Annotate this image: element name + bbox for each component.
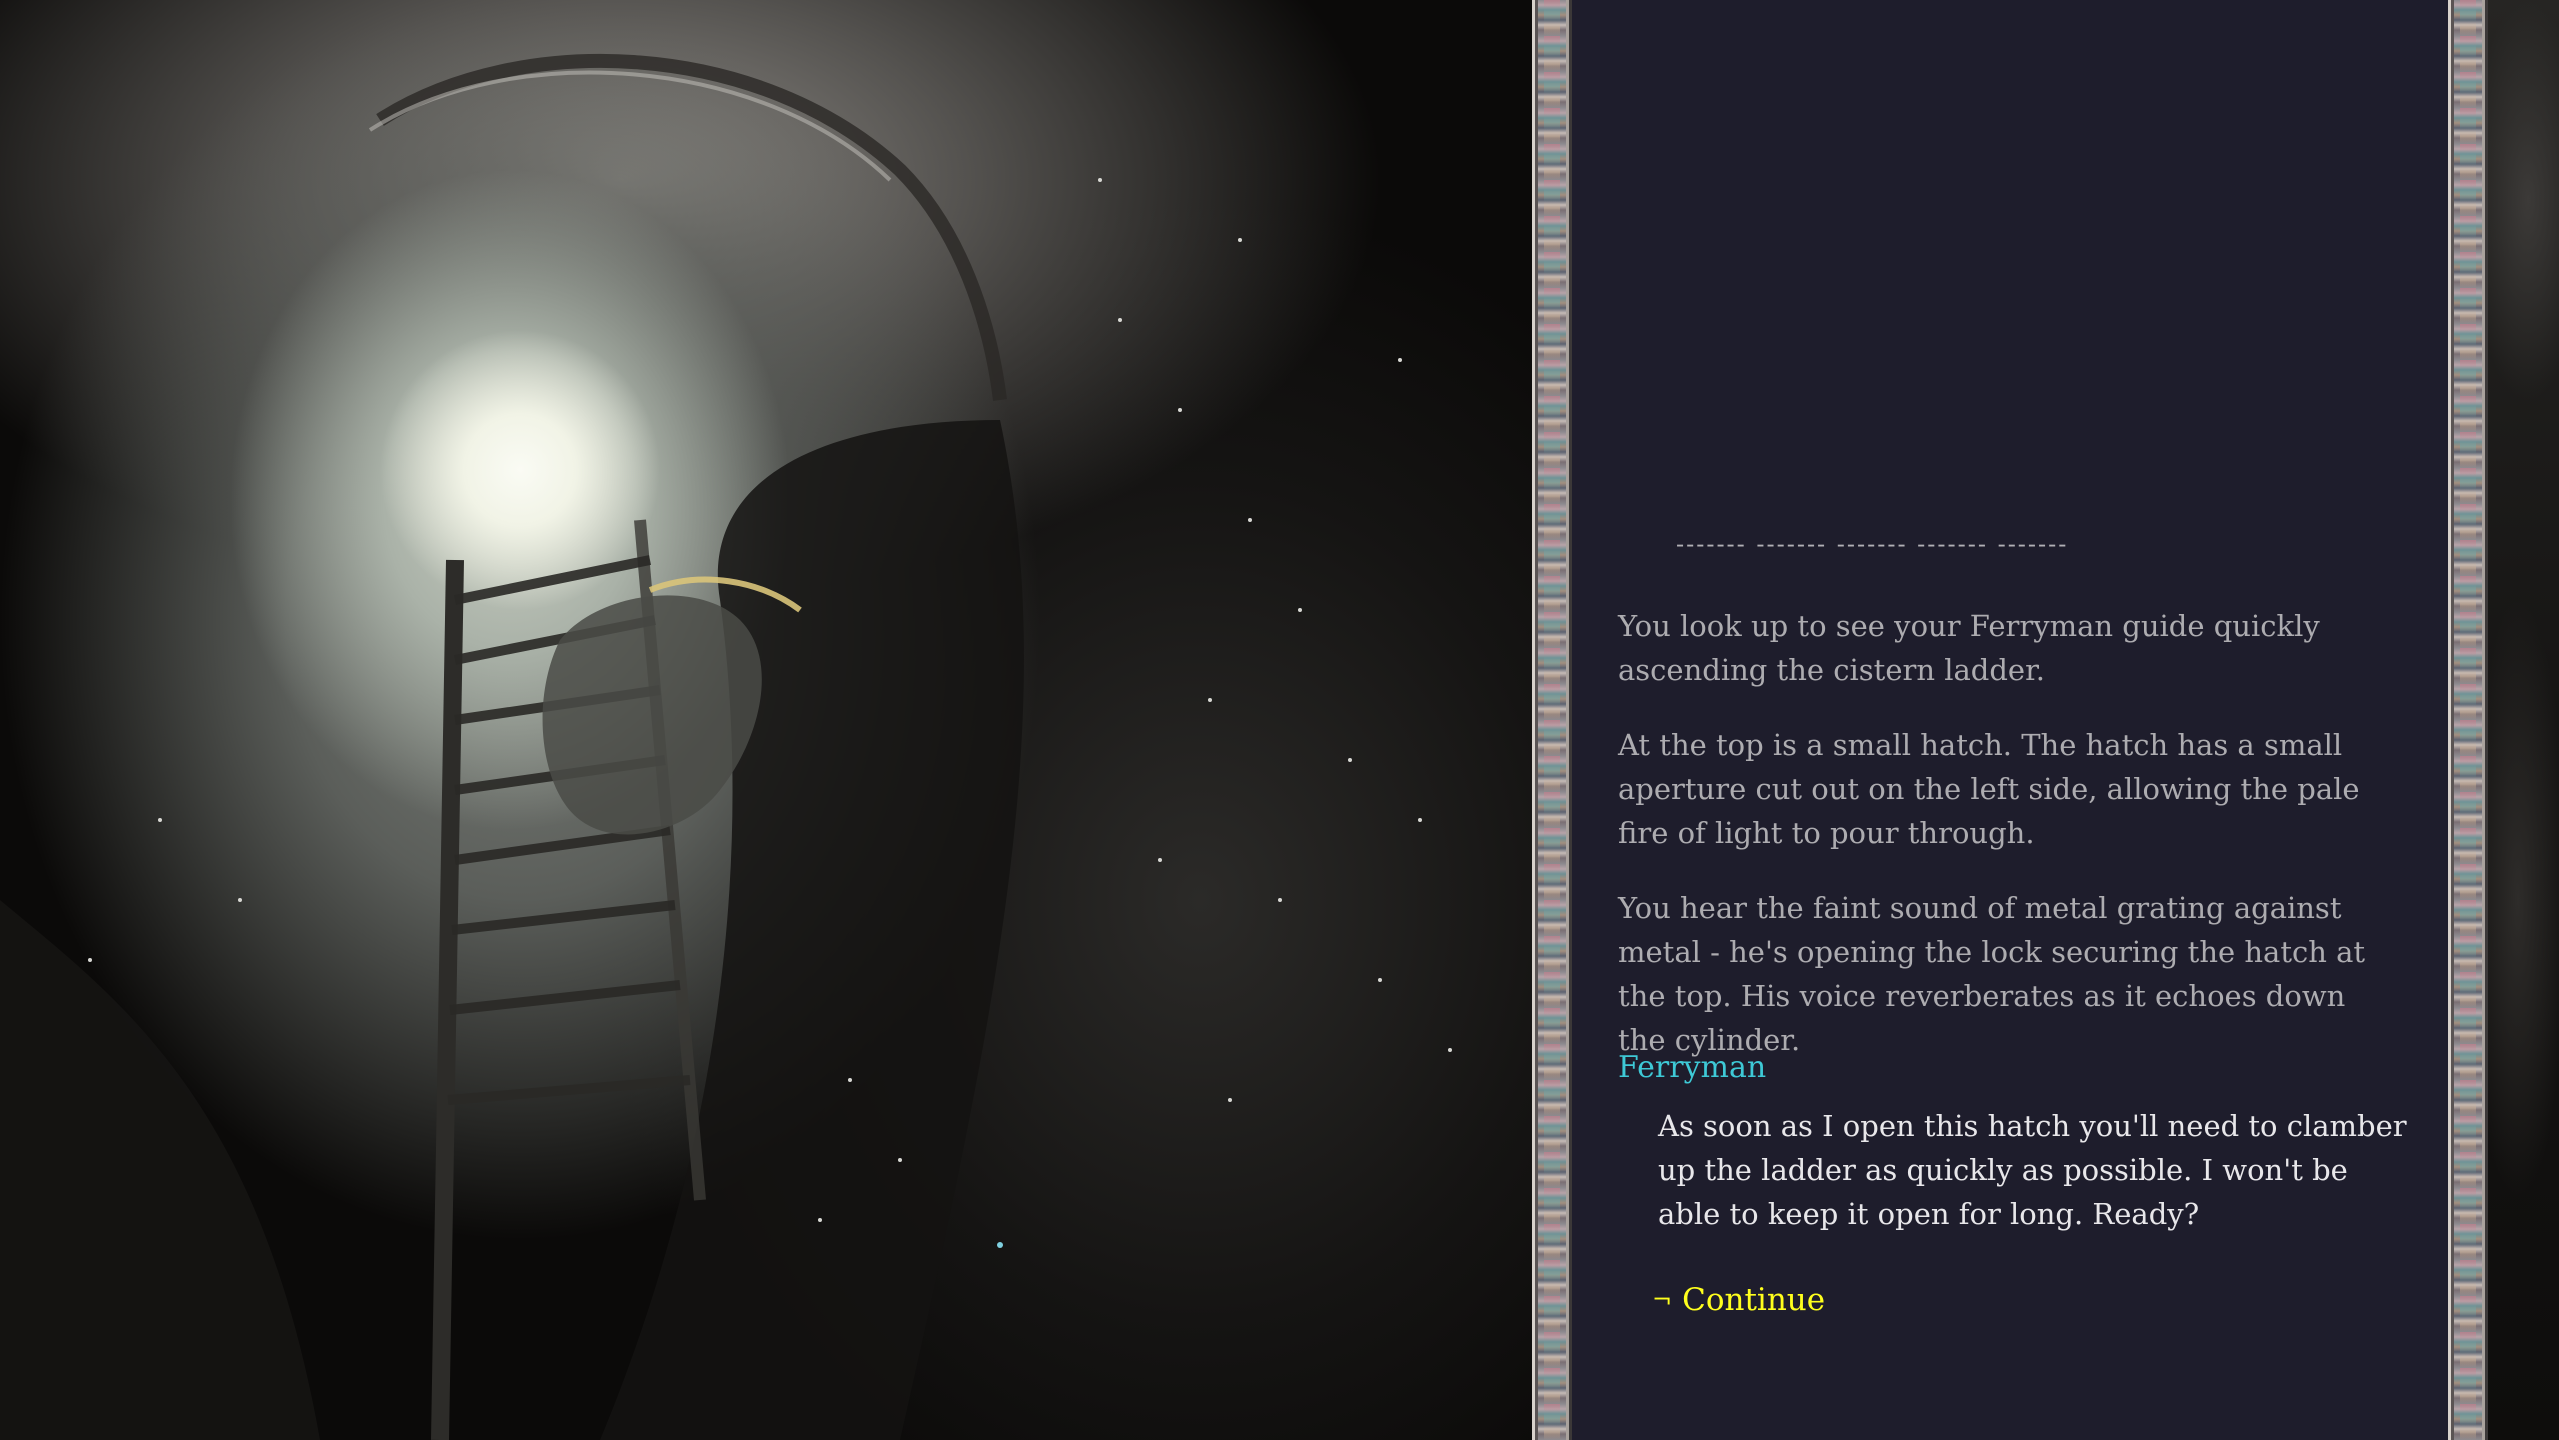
narration-paragraph: You look up to see your Ferryman guide q… (1618, 609, 2320, 687)
continue-choice-label: Continue (1682, 1282, 1826, 1318)
narration-paragraph: You hear the faint sound of metal gratin… (1618, 891, 2366, 1057)
scene-artwork-edge (2488, 0, 2559, 1440)
narrative-panel: ------- ------- ------- ------- ------- … (1572, 0, 2448, 1440)
scene-artwork (0, 0, 1532, 1440)
cistern-ladder-illustration (0, 53, 1452, 1440)
ornate-border-right (2448, 0, 2488, 1440)
choice-arrow-icon: ¬ (1652, 1286, 1673, 1314)
narration-text: You look up to see your Ferryman guide q… (1618, 604, 2398, 1093)
section-divider: ------- ------- ------- ------- ------- (1676, 530, 2069, 558)
ornate-border-left (1532, 0, 1572, 1440)
dialogue-text: As soon as I open this hatch you'll need… (1658, 1109, 2407, 1231)
narration-paragraph: At the top is a small hatch. The hatch h… (1618, 728, 2360, 850)
speaker-name: Ferryman (1618, 1050, 1767, 1085)
continue-choice[interactable]: ¬ Continue (1652, 1282, 1825, 1318)
